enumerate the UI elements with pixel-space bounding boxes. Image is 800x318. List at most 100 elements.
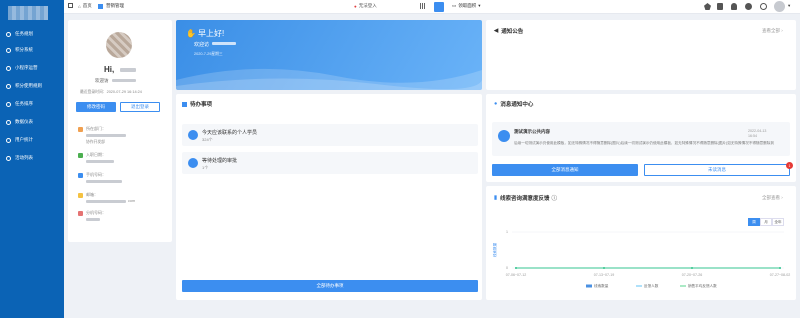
tab-year[interactable]: 全年 [772, 218, 784, 226]
sidebar-item-points[interactable]: 积分系统 [0, 44, 64, 56]
users-icon [6, 137, 11, 143]
user-name [120, 68, 136, 72]
banner-welcome: 欢迎访 [194, 42, 210, 48]
todo-icon [182, 101, 187, 107]
sidebar-item-activities[interactable]: 活动列表 [0, 152, 64, 164]
sidebar-item-label: 积分系统 [15, 47, 33, 52]
bell-icon[interactable] [731, 3, 737, 10]
sidebar-item-task[interactable]: 任务规划 [0, 28, 64, 40]
home-link[interactable]: ⌂ 首页 [78, 3, 92, 9]
store-select[interactable]: ▭ 领取面积 ▾ [452, 3, 481, 9]
email-value [86, 200, 126, 203]
menu-toggle-icon[interactable] [68, 3, 73, 8]
banner-title: ✋ 早上好! [186, 28, 224, 39]
todo-item-contact[interactable]: 今天应该联系的个人学员 324个 [182, 124, 478, 146]
unread-messages-button[interactable]: 未读消息 [644, 164, 790, 176]
chevron-down-icon: ▾ [478, 3, 481, 8]
data-point [779, 267, 781, 269]
hire-date-value [86, 160, 114, 163]
sort-icon [6, 101, 11, 107]
todo-title: 待办事项 [190, 102, 213, 108]
x-tick-label: 07-20~07-26 [682, 273, 702, 277]
feedback-more-link[interactable]: 全部查看 › [762, 195, 783, 201]
dept-label: 所在部门： [86, 126, 106, 131]
module-link[interactable]: 营销管理 [98, 3, 124, 9]
sidebar-item-rules[interactable]: 积分使用规则 [0, 80, 64, 92]
data-point [515, 267, 517, 269]
feedback-chart: 0 1 线索数量 07-06~07-12 07-13~07-19 07-20~07-26 0… [492, 230, 790, 288]
sidebar-item-miniapp[interactable]: 小程序运营 [0, 62, 64, 74]
apps-icon[interactable] [420, 3, 426, 9]
notice-header: ◀ 通知公告 [494, 27, 523, 35]
todo-item-count: 324个 [202, 137, 213, 142]
all-todo-button[interactable]: 全部待办事项 [182, 280, 478, 292]
extension-value [86, 218, 100, 221]
notice-more-label: 查看全部 [762, 28, 780, 33]
sidebar-item-label: 用户统计 [15, 137, 33, 142]
sidebar-item-sort[interactable]: 任务排序 [0, 98, 64, 110]
message-time: 16:54 [748, 134, 757, 138]
welcome-banner: ✋ 早上好! 欢迎访 2020-7-29星期三 [176, 20, 482, 90]
todo-header: 待办事项 [182, 100, 212, 108]
gear-icon [498, 130, 510, 142]
y-tick-label: 1 [506, 230, 508, 234]
sidebar-item-dashboard[interactable]: 数据仪表 [0, 116, 64, 128]
help-icon[interactable] [760, 3, 767, 10]
edit-icon[interactable] [434, 2, 444, 12]
dept-suffix: 协作开发部 [86, 140, 105, 144]
welcome-name [112, 79, 136, 82]
messages-header: ● 消息通知中心 [494, 100, 533, 108]
extension-field: 分机号码： [78, 210, 106, 216]
message-body: 后续一切测试演示仍使用此模板，如无特殊情况不得随意删除(图片)后续一切测试演示仍… [514, 141, 774, 145]
message-title: 测试演示公共内容 [514, 129, 550, 134]
list-icon [6, 155, 11, 161]
profile-avatar [106, 32, 132, 58]
hire-date-label: 入职日期： [86, 152, 106, 157]
x-tick-label: 07-06~07-12 [506, 273, 526, 277]
welcome-text: 欢迎访 [95, 78, 109, 83]
feedback-title: 线索咨询满意度反馈 [500, 196, 550, 202]
dept-field: 所在部门： [78, 126, 106, 132]
change-password-button[interactable]: 修改密码 [76, 102, 116, 112]
phone-value [86, 180, 122, 183]
sidebar-item-label: 活动列表 [15, 155, 33, 160]
logout-button[interactable]: 退出登录 [120, 102, 160, 112]
sidebar-item-label: 任务规划 [15, 31, 33, 36]
store-label: 领取面积 [458, 3, 477, 8]
phone-label: 手机号码： [86, 172, 106, 177]
notice-more-link[interactable]: 查看全部 › [762, 28, 783, 34]
x-tick-label: 07-27~08-02 [770, 273, 790, 277]
home-label: 首页 [82, 3, 92, 8]
help-icon: ⓘ [551, 196, 558, 202]
dept-icon [78, 126, 83, 132]
x-tick-label: 07-13~07-19 [594, 273, 614, 277]
sidebar-item-users[interactable]: 用户统计 [0, 134, 64, 146]
greeting: Hi, [104, 65, 115, 74]
tab-month[interactable]: 月 [760, 218, 772, 226]
all-messages-button[interactable]: 全部消息通知 [492, 164, 638, 176]
settings-icon[interactable] [745, 3, 752, 10]
user-avatar[interactable] [774, 1, 785, 12]
legend-label: 销售平均反馈人数 [688, 283, 717, 288]
coin-icon [6, 47, 11, 53]
legend-label: 线索数量 [594, 283, 609, 288]
user-menu-chevron-icon[interactable]: ▾ [788, 3, 790, 9]
last-login: 最近登录时间：2020-07-29 16:14:24 [80, 90, 142, 94]
feedback-card: ▮ 线索咨询满意度反馈 ⓘ 全部查看 › 周 月 全年 0 1 线索数量 07-06~07… [486, 186, 796, 300]
task-icon [6, 31, 11, 37]
legend-label: 反馈人数 [644, 283, 659, 288]
phone-icon [78, 172, 83, 178]
store-icon: ▭ [452, 3, 457, 8]
todo-item-title: 等待处理的审批 [202, 158, 238, 164]
message-item[interactable]: 测试演示公共内容 后续一切测试演示仍使用此模板，如无特殊情况不得随意删除(图片)… [492, 122, 790, 156]
todo-item-approval[interactable]: 等待处理的审批 1个 [182, 152, 478, 174]
todo-item-title: 今天应该联系的个人学员 [202, 130, 258, 136]
tab-week[interactable]: 周 [748, 218, 760, 226]
vip-icon[interactable] [704, 3, 711, 10]
hire-date-field: 入职日期： [78, 152, 106, 158]
bell-icon: ● [494, 101, 498, 107]
banner-user [212, 42, 236, 45]
email-field: 邮箱： [78, 192, 98, 198]
message-icon[interactable] [717, 3, 723, 10]
unread-badge: 1 [786, 162, 793, 169]
